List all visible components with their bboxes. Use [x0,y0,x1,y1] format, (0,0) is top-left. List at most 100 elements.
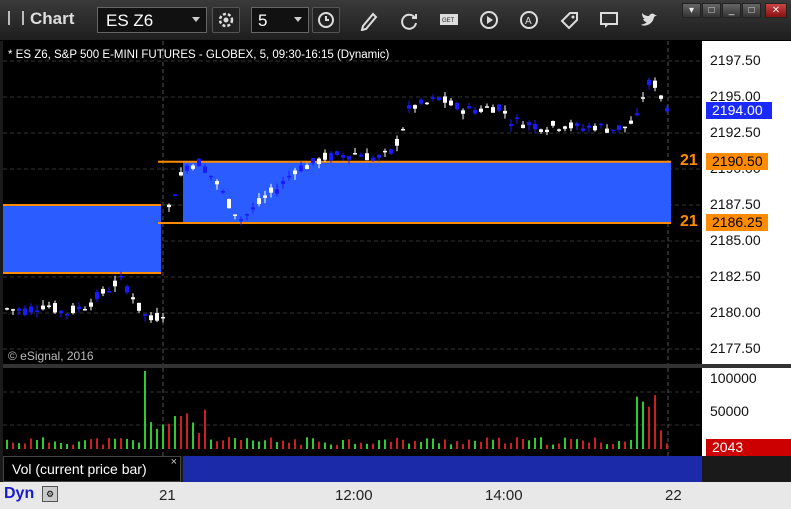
prior-zone [3,205,161,273]
level-tag-lower: 21 [680,213,698,230]
play-icon[interactable] [478,9,500,31]
candle-body [299,165,303,172]
volume-bar [210,439,212,449]
minimize-icon: _ [728,5,735,16]
drag-grip-icon[interactable] [8,11,24,25]
volume-bar [474,440,476,449]
volume-bar [528,440,530,449]
volume-study-bar [183,456,702,482]
get-data-icon[interactable]: GET [438,9,460,31]
clock-icon [318,12,334,28]
volume-legend-label: Vol (current price bar) [12,461,147,477]
volume-bar [246,438,248,449]
candle-body [437,97,441,101]
candle-body [419,99,423,104]
volume-pane[interactable] [3,368,702,456]
volume-bar [648,406,650,449]
volume-bar [30,438,32,449]
price-tick: 2187.50 [710,196,761,212]
candle-body [251,207,255,210]
volume-bar [120,438,122,449]
volume-bar [102,444,104,449]
time-label: 14:00 [485,487,523,504]
pencil-icon[interactable] [358,9,380,31]
volume-bar [642,401,644,449]
window-minimize-button[interactable]: _ [722,3,741,18]
interval-dropdown[interactable]: 5 [251,7,309,33]
interval-value: 5 [258,11,268,30]
volume-bar [582,440,584,449]
price-chart-canvas[interactable] [3,41,702,364]
volume-bar [618,440,620,449]
volume-bar [108,438,110,449]
candle-body [629,120,633,124]
candle-body [593,125,597,131]
volume-legend[interactable]: Vol (current price bar) × [3,456,181,482]
volume-bar [612,444,614,449]
volume-chart-canvas[interactable] [3,368,702,456]
tag-icon[interactable] [558,9,580,31]
window-restore-button[interactable]: □ [702,3,721,18]
candle-body [485,106,489,108]
volume-bar [276,442,278,449]
svg-text:A: A [525,16,532,27]
symbol-dropdown[interactable]: ES Z6 [97,7,207,33]
candle-body [233,214,237,216]
volume-bar [348,439,350,449]
candle-body [59,310,63,314]
price-axis[interactable]: 2197.50 2195.00 2192.50 2190.00 2187.50 … [702,41,791,364]
volume-bar [666,443,668,449]
window-maximize-button[interactable]: □ [742,3,761,18]
candle-body [557,129,561,131]
volume-bar [222,440,224,449]
comment-icon[interactable] [598,9,620,31]
candle-body [197,158,201,167]
candle-body [221,191,225,193]
chart-toolbar: Chart ES Z6 5 GET A ▾ □ _ □ ✕ [0,0,791,41]
candle-body [215,181,219,185]
volume-bar [480,441,482,449]
price-tick: 2182.50 [710,268,761,284]
time-template-button[interactable] [312,7,340,33]
candle-body [611,129,615,132]
refresh-icon[interactable] [398,9,420,31]
alert-icon[interactable]: A [518,9,540,31]
candle-body [305,165,309,169]
volume-bar [510,443,512,449]
close-icon[interactable]: × [171,456,177,468]
volume-bar [18,443,20,449]
candle-body [599,123,603,126]
window-close-button[interactable]: ✕ [765,3,787,18]
volume-bar [126,438,128,449]
volume-bar [624,441,626,449]
volume-bar [660,430,662,449]
volume-bar [282,440,284,449]
candle-body [203,166,207,173]
volume-bar [330,444,332,449]
close-icon: ✕ [771,5,781,16]
volume-bar [252,440,254,449]
window-menu-button[interactable]: ▾ [682,3,701,18]
chevron-down-icon [294,17,302,22]
candle-body [239,219,243,221]
volume-bar [384,439,386,449]
session-settings-icon[interactable]: ⚙ [42,486,58,502]
volume-bar [552,444,554,449]
candle-body [149,315,153,321]
volume-bar [630,439,632,449]
volume-bar [546,444,548,449]
candle-body [503,110,507,114]
candle-body [29,306,33,313]
volume-bar [84,440,86,449]
volume-bar [204,409,206,449]
volume-bar [54,441,56,449]
price-chart-pane[interactable] [3,41,702,364]
chart-settings-button[interactable] [212,7,240,33]
candle-body [479,108,483,112]
volume-bar [90,439,92,449]
dynamic-mode-label[interactable]: Dyn [4,485,34,503]
volume-bar [594,437,596,449]
twitter-icon[interactable] [638,9,660,31]
volume-bar [294,439,296,449]
window-title: Chart [8,9,74,29]
